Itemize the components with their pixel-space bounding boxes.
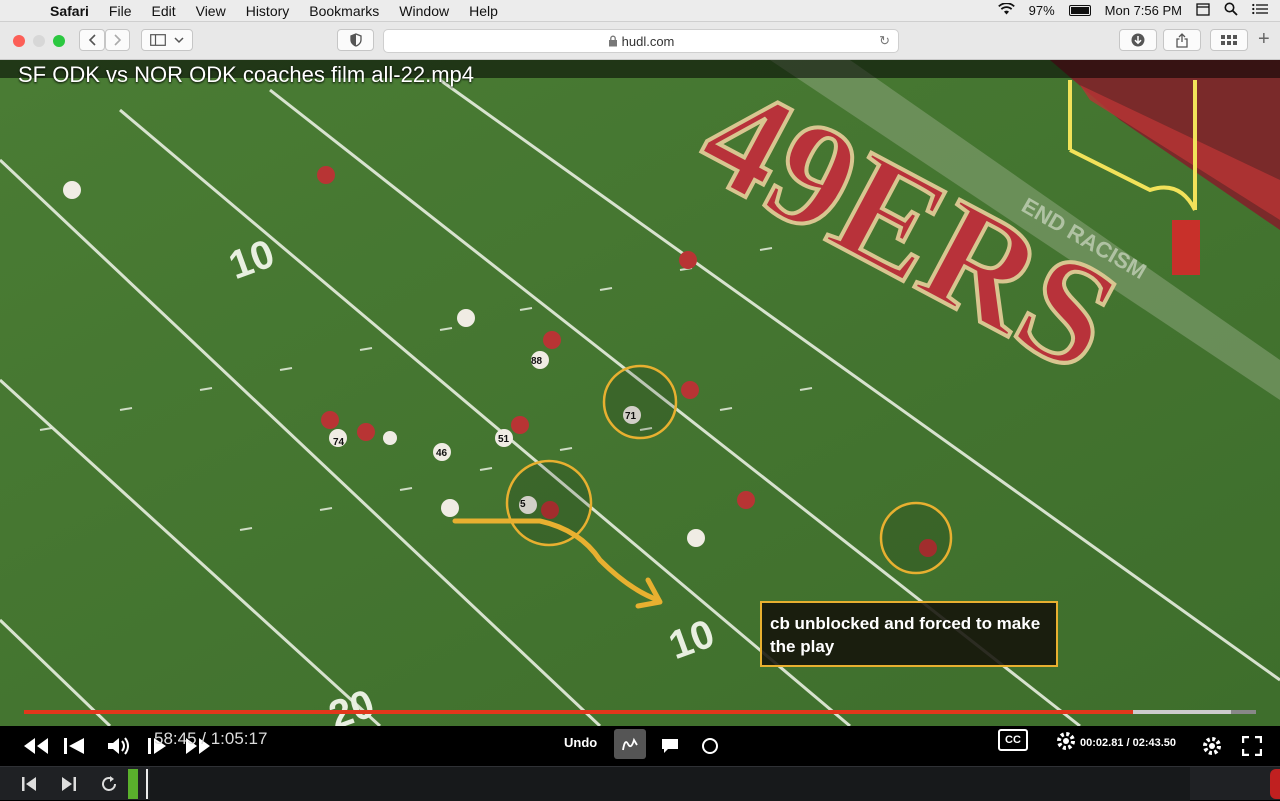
battery-percent: 97% <box>1028 3 1055 18</box>
progress-played <box>24 710 1133 714</box>
undo-button[interactable]: Undo <box>564 735 597 750</box>
player-number-51: 51 <box>498 434 510 445</box>
repeat-icon[interactable] <box>98 773 120 795</box>
video-player[interactable]: 10 10 20 49ERS END RACISM 74 46 51 71 88… <box>0 60 1280 726</box>
skip-back-icon[interactable] <box>62 734 86 758</box>
fullscreen-window-button[interactable] <box>53 34 65 47</box>
menu-view[interactable]: View <box>186 0 236 22</box>
clip-marker[interactable] <box>1270 769 1280 799</box>
url-text: hudl.com <box>621 33 675 49</box>
reload-icon[interactable]: ↻ <box>879 33 890 49</box>
download-icon <box>1131 33 1145 47</box>
chevron-right-icon <box>113 34 121 46</box>
clip-playhead[interactable] <box>128 769 138 799</box>
wifi-icon[interactable] <box>997 2 1015 18</box>
annotation-circle-2 <box>505 459 593 547</box>
lock-icon <box>608 35 617 47</box>
menu-history[interactable]: History <box>236 0 300 22</box>
rewind-icon[interactable] <box>22 734 50 758</box>
annotation-textbox[interactable]: cb unblocked and forced to make the play <box>760 601 1058 667</box>
address-bar[interactable]: hudl.com ↻ <box>383 29 899 53</box>
safari-toolbar: hudl.com ↻ + <box>0 22 1280 60</box>
chevron-down-icon <box>174 37 184 44</box>
next-icon[interactable] <box>58 773 80 795</box>
comment-icon[interactable] <box>660 734 680 758</box>
tab-overview-button[interactable] <box>1210 29 1248 51</box>
draw-tool-button[interactable] <box>614 729 646 759</box>
volume-icon[interactable] <box>106 734 132 758</box>
chevron-left-icon <box>88 34 96 46</box>
privacy-report-button[interactable] <box>337 29 374 51</box>
back-button[interactable] <box>79 29 105 51</box>
battery-icon[interactable] <box>1068 5 1091 16</box>
menu-bookmarks[interactable]: Bookmarks <box>299 0 389 22</box>
progress-buffered <box>1132 710 1232 714</box>
circle-icon[interactable] <box>700 734 720 758</box>
fullscreen-icon[interactable] <box>1240 734 1264 758</box>
playlist-bar <box>0 766 1280 801</box>
previous-icon[interactable] <box>18 773 40 795</box>
new-tab-button[interactable]: + <box>1258 28 1270 51</box>
menubar-status-area: 97% Mon 7:56 PM <box>997 2 1280 19</box>
player-settings-icon[interactable] <box>1200 734 1224 758</box>
video-progress-bar[interactable] <box>24 710 1256 714</box>
annotation-circle-1 <box>602 364 678 440</box>
sidebar-icon <box>150 34 166 46</box>
video-frame: 10 10 20 49ERS END RACISM 74 46 51 71 88… <box>0 60 1280 726</box>
clip-time: 00:02.81 / 02:43.50 <box>1080 737 1177 749</box>
share-button[interactable] <box>1163 29 1201 51</box>
share-icon <box>1176 32 1188 48</box>
menu-window[interactable]: Window <box>389 0 459 22</box>
draw-icon <box>622 737 638 751</box>
menubar: Safari File Edit View History Bookmarks … <box>0 0 1280 22</box>
minimize-window-button[interactable] <box>33 34 45 47</box>
window-controls <box>13 34 65 47</box>
player-number-46: 46 <box>436 448 448 459</box>
player-number-74: 74 <box>333 437 345 448</box>
video-title: SF ODK vs NOR ODK coaches film all-22.mp… <box>18 62 475 87</box>
downloads-button[interactable] <box>1119 29 1157 51</box>
tab-grid-icon <box>1221 35 1237 45</box>
close-window-button[interactable] <box>13 34 25 47</box>
goal-post-pad <box>1172 220 1200 275</box>
spotlight-search-icon[interactable] <box>1224 2 1238 19</box>
menu-help[interactable]: Help <box>459 0 508 22</box>
menu-app-safari[interactable]: Safari <box>40 0 99 22</box>
settings-icon[interactable] <box>1054 729 1078 753</box>
clip-position-line <box>146 769 148 799</box>
cc-icon[interactable]: CC <box>998 729 1028 751</box>
elapsed-time: 58:45 / 1:05:17 <box>154 729 268 748</box>
annotation-circle-3 <box>879 501 953 575</box>
menu-file[interactable]: File <box>99 0 142 22</box>
clock[interactable]: Mon 7:56 PM <box>1105 3 1182 18</box>
calendar-icon[interactable] <box>1196 2 1210 19</box>
player-controls: 58:45 / 1:05:17 Undo CC 00:02.81 / 02:43… <box>0 726 1280 766</box>
forward-button[interactable] <box>105 29 130 51</box>
menu-edit[interactable]: Edit <box>141 0 185 22</box>
player-number-88: 88 <box>531 356 543 367</box>
sidebar-toggle-button[interactable] <box>141 29 193 51</box>
clip-timeline[interactable] <box>150 767 1190 801</box>
shield-icon <box>349 33 362 47</box>
notification-center-icon[interactable] <box>1252 3 1268 18</box>
